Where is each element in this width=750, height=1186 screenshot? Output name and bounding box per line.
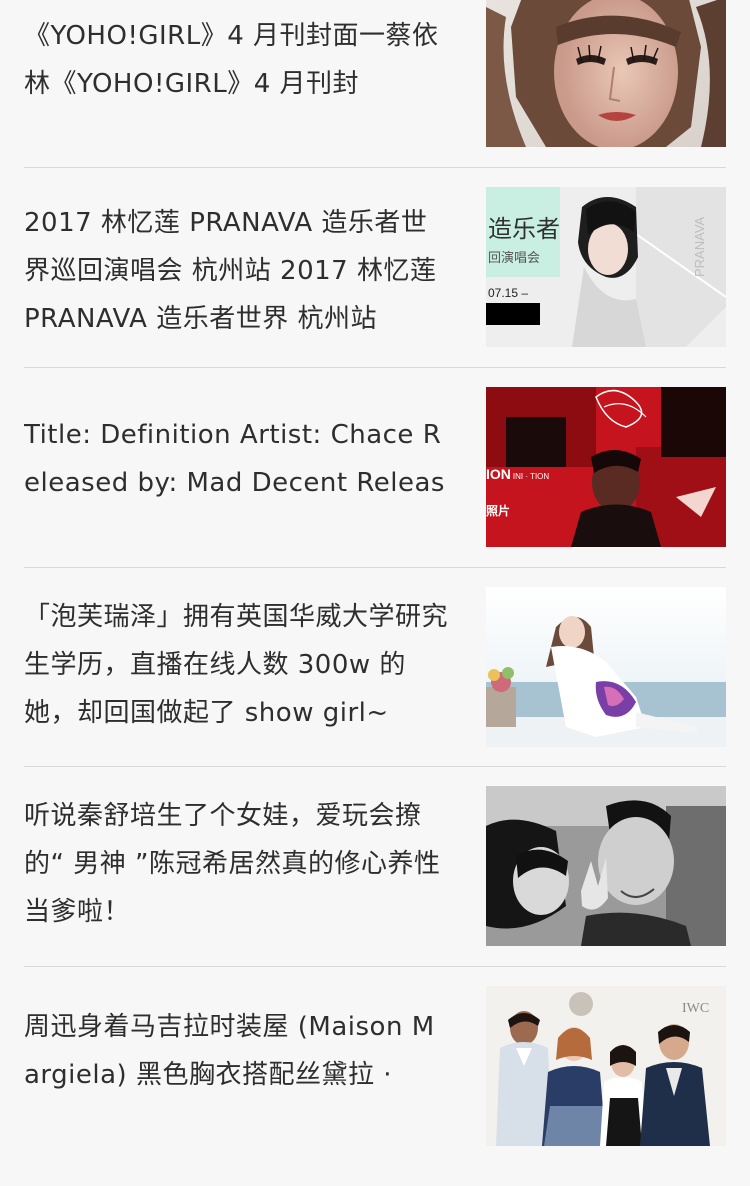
poster-vertical-text: PRANAVA: [692, 216, 707, 277]
article-thumbnail[interactable]: ION · INI · TION 照片: [486, 387, 726, 547]
article-thumbnail[interactable]: [486, 786, 726, 946]
divider: [24, 367, 726, 368]
divider: [24, 167, 726, 168]
article-title[interactable]: 「泡芙瑞泽」拥有英国华威大学研究生学历，直播在线人数 300w 的她，却回国做起…: [24, 593, 449, 737]
article-item[interactable]: 《YOHO!GIRL》4 月刊封面一蔡依林《YOHO!GIRL》4 月刊封: [0, 0, 750, 200]
poster-date: 07.15 –: [488, 286, 528, 300]
article-item[interactable]: 「泡芙瑞泽」拥有英国华威大学研究生学历，直播在线人数 300w 的她，却回国做起…: [0, 587, 750, 787]
article-item[interactable]: Title: Definition Artist: Chace Released…: [0, 387, 750, 587]
divider: [24, 966, 726, 967]
poster-title: 造乐者: [488, 216, 560, 243]
album-tag: 照片: [486, 503, 510, 518]
article-item[interactable]: 听说秦舒培生了个女娃，爱玩会撩的“ 男神 ”陈冠希居然真的修心养性当爹啦！: [0, 786, 750, 986]
article-thumbnail[interactable]: [486, 0, 726, 147]
article-title[interactable]: Title: Definition Artist: Chace Released…: [24, 411, 449, 507]
divider: [24, 766, 726, 767]
event-brand-text: IWC: [682, 1001, 709, 1016]
article-title[interactable]: 听说秦舒培生了个女娃，爱玩会撩的“ 男神 ”陈冠希居然真的修心养性当爹啦！: [24, 792, 449, 936]
article-item[interactable]: 2017 林忆莲 PRANAVA 造乐者世界巡回演唱会 杭州站 2017 林忆莲…: [0, 187, 750, 387]
article-thumbnail[interactable]: IWC: [486, 986, 726, 1146]
album-small-text: · INI · TION: [508, 472, 549, 481]
article-thumbnail[interactable]: [486, 587, 726, 747]
divider: [24, 567, 726, 568]
article-title[interactable]: 2017 林忆莲 PRANAVA 造乐者世界巡回演唱会 杭州站 2017 林忆莲…: [24, 199, 449, 343]
article-item[interactable]: 周迅身着马吉拉时装屋 (Maison Margiela) 黑色胸衣搭配丝黛拉 ·…: [0, 986, 750, 1186]
article-title[interactable]: 周迅身着马吉拉时装屋 (Maison Margiela) 黑色胸衣搭配丝黛拉 ·: [24, 1003, 449, 1099]
poster-subtitle: 回演唱会: [488, 250, 540, 265]
article-thumbnail[interactable]: 造乐者 回演唱会 07.15 – PRANAVA: [486, 187, 726, 347]
article-title[interactable]: 《YOHO!GIRL》4 月刊封面一蔡依林《YOHO!GIRL》4 月刊封: [24, 12, 449, 108]
